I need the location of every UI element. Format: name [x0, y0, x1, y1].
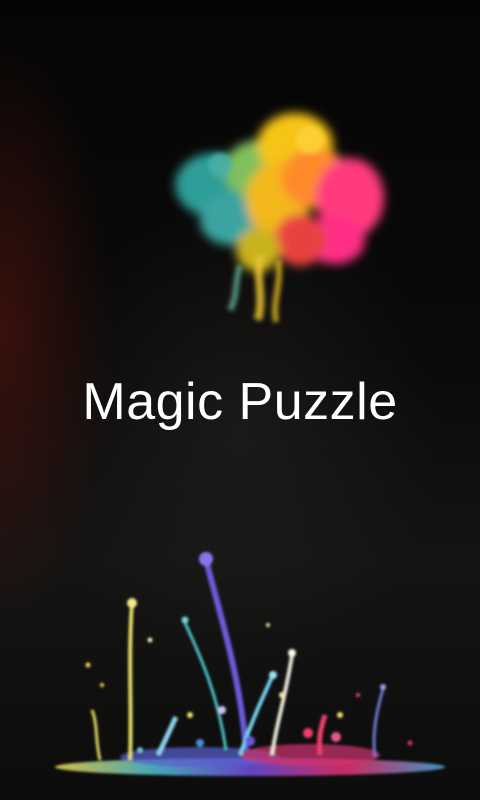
- paint-splash-icon: [55, 552, 445, 776]
- smoke-cloud-icon: [175, 113, 384, 323]
- app-title: Magic Puzzle: [82, 373, 398, 431]
- splash-screen: Magic Puzzle: [0, 0, 480, 800]
